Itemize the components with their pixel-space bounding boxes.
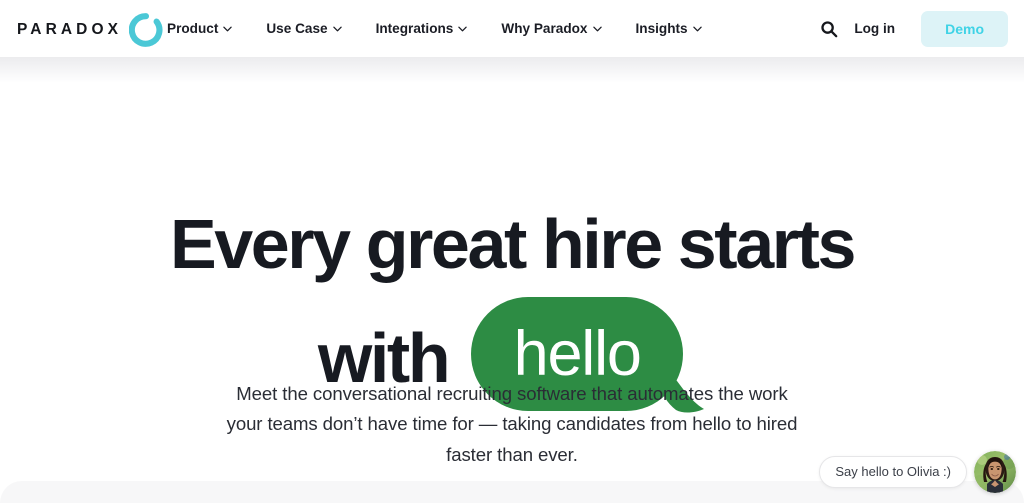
olivia-avatar[interactable] — [974, 451, 1016, 493]
chevron-down-icon — [223, 26, 233, 32]
paradox-homepage: PARADOX Product Use Case Integrations Wh… — [0, 0, 1024, 503]
chat-widget-message[interactable]: Say hello to Olivia :) — [819, 456, 967, 488]
nav-item-label: Insights — [635, 20, 688, 36]
login-link[interactable]: Log in — [854, 21, 895, 36]
nav-item-why-paradox[interactable]: Why Paradox — [501, 22, 618, 36]
logo[interactable]: PARADOX — [17, 13, 163, 47]
page-title: Every great hire starts — [169, 205, 856, 283]
nav-item-use-case[interactable]: Use Case — [266, 22, 358, 36]
chat-widget: Say hello to Olivia :) — [819, 451, 1016, 493]
nav-item-integrations[interactable]: Integrations — [376, 22, 485, 36]
nav-item-insights[interactable]: Insights — [636, 22, 719, 36]
hero-subheadline: Meet the conversational recruiting softw… — [226, 383, 798, 465]
logo-wordmark: PARADOX — [17, 21, 123, 39]
nav-item-product[interactable]: Product — [167, 22, 249, 36]
site-header: PARADOX Product Use Case Integrations Wh… — [0, 0, 1024, 57]
demo-button[interactable]: Demo — [921, 10, 1008, 47]
header-actions: Log in Demo — [816, 0, 1008, 57]
nav-item-label: Product — [167, 20, 219, 36]
primary-nav: Product Use Case Integrations Why Parado… — [167, 0, 736, 57]
chevron-down-icon — [592, 26, 602, 32]
chevron-down-icon — [692, 26, 702, 32]
chevron-down-icon — [458, 26, 468, 32]
nav-item-label: Use Case — [266, 20, 328, 36]
nav-item-label: Why Paradox — [501, 20, 588, 36]
paradox-ring-icon — [129, 13, 163, 47]
search-icon[interactable] — [816, 16, 842, 42]
nav-item-label: Integrations — [375, 20, 454, 36]
chevron-down-icon — [332, 26, 342, 32]
hero-section: Every great hire starts with hello Meet … — [0, 57, 1024, 503]
